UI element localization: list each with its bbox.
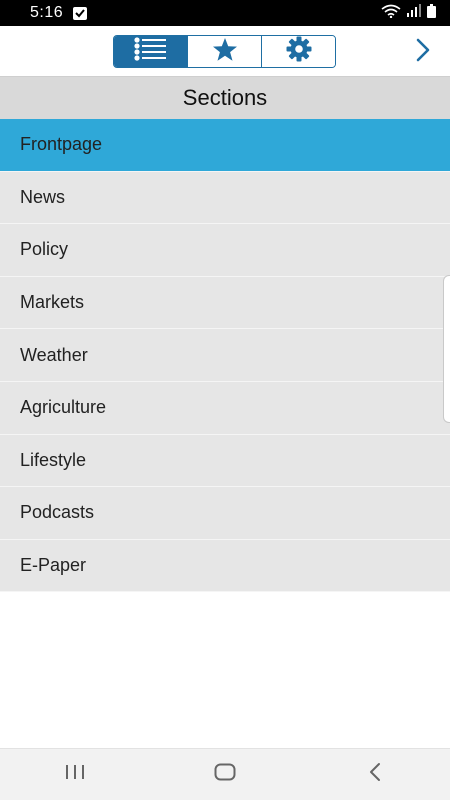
home-icon (214, 763, 236, 786)
wifi-icon (381, 4, 401, 23)
section-item-frontpage[interactable]: Frontpage (0, 119, 450, 172)
sections-header: Sections (0, 76, 450, 119)
section-item-lifestyle[interactable]: Lifestyle (0, 434, 450, 488)
section-item-label: E-Paper (20, 555, 87, 576)
signal-icon (407, 4, 421, 22)
settings-tab[interactable] (262, 36, 335, 67)
section-item-label: Agriculture (20, 397, 107, 418)
chevron-right-icon (415, 38, 431, 67)
section-item-label: Policy (20, 239, 69, 260)
section-item-label: Weather (20, 344, 88, 365)
system-nav-bar (0, 748, 450, 800)
section-item-weather[interactable]: Weather (0, 329, 450, 382)
next-button[interactable] (412, 38, 434, 67)
section-item-e-paper[interactable]: E-Paper (0, 539, 450, 593)
view-segmented-control (113, 35, 336, 68)
app-screen: 5:16 Sections Frontpage News Policy Mark… (0, 0, 450, 800)
section-item-policy[interactable]: Policy (0, 224, 450, 277)
section-item-news[interactable]: News (0, 171, 450, 225)
list-icon (133, 37, 168, 66)
section-item-label: Markets (20, 292, 85, 313)
recents-button[interactable] (45, 755, 105, 795)
section-item-agriculture[interactable]: Agriculture (0, 381, 450, 435)
home-button[interactable] (195, 755, 255, 795)
favorites-tab[interactable] (188, 36, 262, 67)
section-item-label: Lifestyle (20, 449, 87, 470)
back-icon (368, 762, 382, 787)
section-item-podcasts[interactable]: Podcasts (0, 487, 450, 540)
sections-tab[interactable] (114, 36, 188, 67)
page-title: Sections (182, 85, 268, 110)
battery-icon (427, 3, 436, 23)
message-icon (73, 6, 88, 20)
section-item-label: Frontpage (20, 134, 103, 155)
status-time: 5:16 (30, 4, 64, 21)
section-item-label: News (20, 186, 66, 207)
section-item-label: Podcasts (20, 502, 95, 523)
gear-icon (286, 36, 312, 67)
edge-panel-handle[interactable] (443, 275, 450, 423)
section-list: Frontpage News Policy Markets Weather Ag… (0, 119, 450, 593)
section-item-markets[interactable]: Markets (0, 276, 450, 330)
star-icon (212, 37, 238, 67)
status-bar: 5:16 (0, 0, 450, 26)
back-button[interactable] (345, 755, 405, 795)
recents-icon (65, 764, 85, 785)
status-icons (381, 3, 436, 23)
top-toolbar (0, 26, 450, 76)
